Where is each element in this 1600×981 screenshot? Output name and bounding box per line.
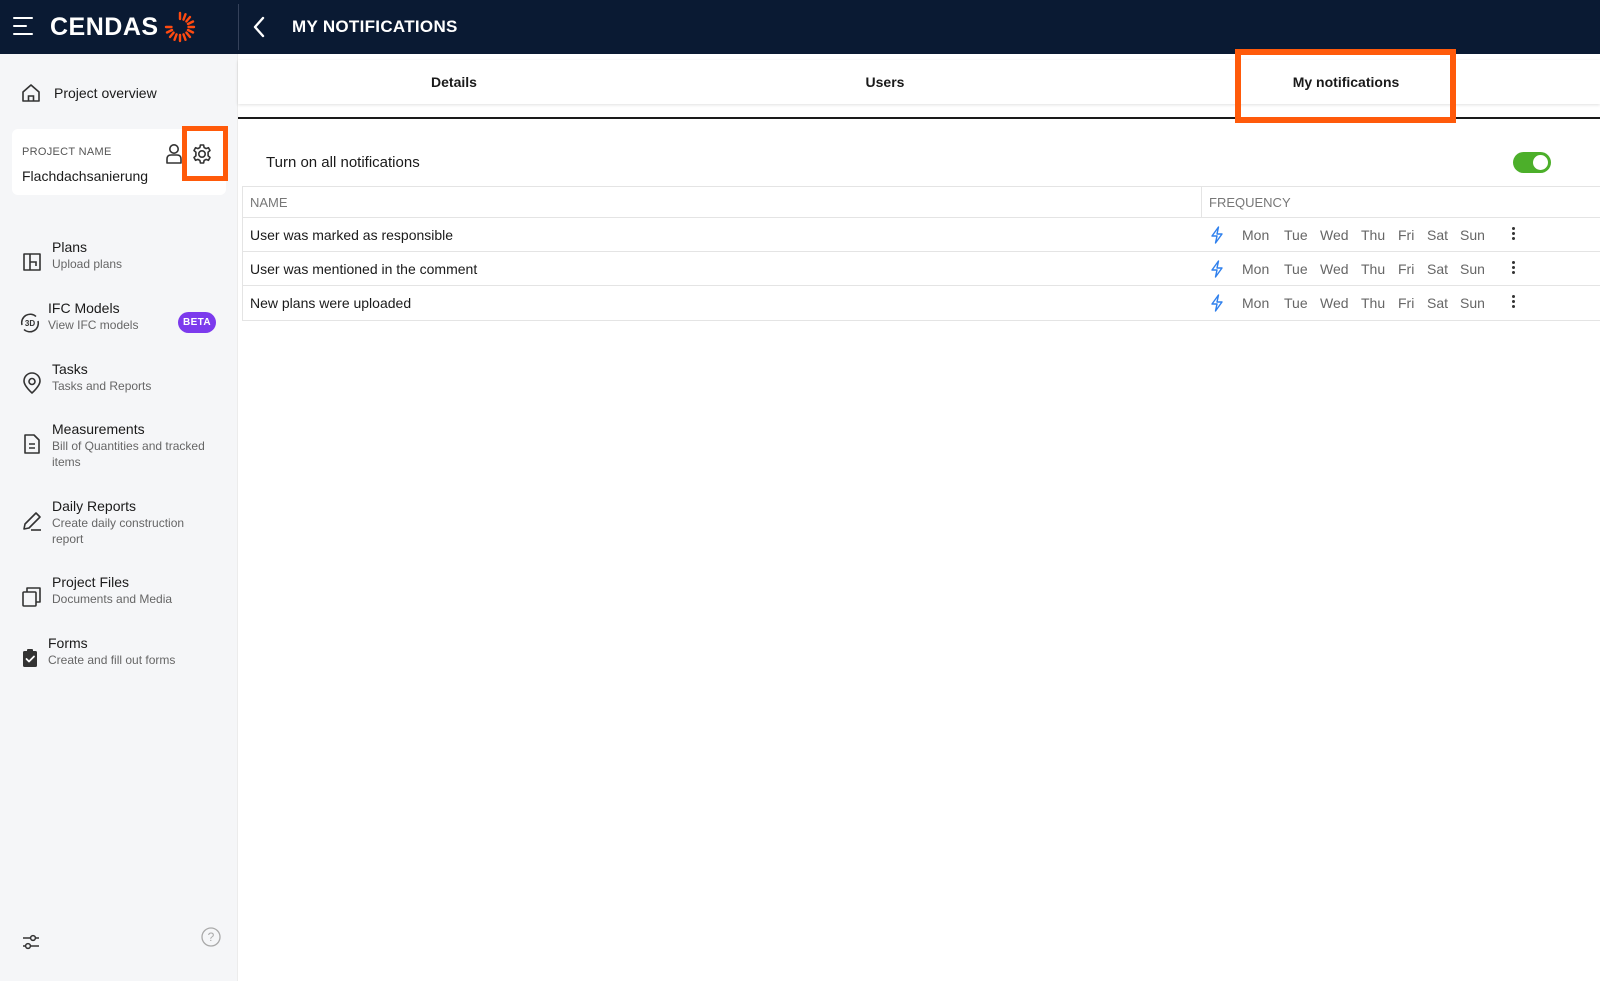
- table-row: New plans were uploaded Mon Tue Wed Thu …: [243, 286, 1600, 320]
- notification-name: New plans were uploaded: [250, 295, 412, 311]
- day-fri[interactable]: Fri: [1398, 227, 1414, 243]
- sidebar: Project overview PROJECT NAME Flachdachs…: [0, 54, 238, 981]
- beta-badge: BETA: [178, 312, 216, 333]
- day-sun[interactable]: Sun: [1460, 295, 1485, 311]
- column-divider: [1201, 187, 1202, 218]
- column-header-name: NAME: [250, 195, 288, 210]
- more-options-icon[interactable]: [1509, 261, 1517, 277]
- sidebar-item-title: Project Files: [52, 574, 130, 590]
- toggle-all-notifications[interactable]: [1513, 152, 1551, 173]
- tab-divider: [238, 117, 1600, 119]
- user-icon[interactable]: [166, 143, 182, 165]
- logo[interactable]: CENDAS: [50, 10, 196, 44]
- clipboard-check-icon: [23, 649, 37, 667]
- sidebar-item-subtitle: Bill of Quantities and tracked items: [52, 439, 205, 469]
- logo-text: CENDAS: [50, 12, 159, 41]
- sidebar-item-title: Forms: [48, 635, 88, 651]
- day-wed[interactable]: Wed: [1320, 261, 1349, 277]
- day-mon[interactable]: Mon: [1242, 227, 1269, 243]
- day-thu[interactable]: Thu: [1361, 261, 1385, 277]
- sidebar-item-plans[interactable]: Plans Upload plans: [20, 238, 122, 274]
- sidebar-item-measurements[interactable]: Measurements Bill of Quantities and trac…: [20, 420, 217, 470]
- notifications-table: NAME FREQUENCY User was marked as respon…: [242, 186, 1600, 321]
- tab-details[interactable]: Details: [238, 60, 670, 104]
- menu-icon[interactable]: [13, 17, 35, 37]
- sliders-icon[interactable]: [20, 931, 42, 953]
- lightning-icon[interactable]: [1209, 260, 1225, 278]
- help-icon[interactable]: ?: [200, 926, 222, 948]
- day-mon[interactable]: Mon: [1242, 261, 1269, 277]
- day-fri[interactable]: Fri: [1398, 295, 1414, 311]
- day-sat[interactable]: Sat: [1427, 261, 1448, 277]
- project-card: PROJECT NAME Flachdachsanierung: [12, 129, 226, 195]
- sidebar-item-label: Project overview: [54, 85, 157, 101]
- day-sat[interactable]: Sat: [1427, 295, 1448, 311]
- day-tue[interactable]: Tue: [1284, 295, 1308, 311]
- tab-my-notifications[interactable]: My notifications: [1244, 60, 1448, 104]
- day-sun[interactable]: Sun: [1460, 261, 1485, 277]
- project-name-caption: PROJECT NAME: [22, 146, 112, 158]
- logo-burst-icon: [164, 11, 195, 43]
- table-header: NAME FREQUENCY: [243, 187, 1600, 218]
- column-header-frequency: FREQUENCY: [1209, 195, 1291, 210]
- sidebar-item-subtitle: Tasks and Reports: [52, 379, 152, 393]
- topbar-divider: [238, 4, 239, 50]
- more-options-icon[interactable]: [1509, 295, 1517, 311]
- day-wed[interactable]: Wed: [1320, 227, 1349, 243]
- sidebar-item-subtitle: Documents and Media: [52, 592, 173, 606]
- gear-icon[interactable]: [191, 143, 213, 165]
- document-icon: [24, 434, 40, 454]
- toggle-all-label: Turn on all notifications: [266, 154, 420, 171]
- pencil-icon: [23, 512, 41, 531]
- svg-text:3D: 3D: [25, 319, 35, 328]
- sidebar-item-title: Tasks: [52, 361, 88, 377]
- sidebar-item-subtitle: Create daily construction report: [52, 516, 185, 546]
- svg-text:?: ?: [208, 930, 215, 944]
- day-tue[interactable]: Tue: [1284, 261, 1308, 277]
- lightning-icon[interactable]: [1209, 294, 1225, 312]
- table-row: User was mentioned in the comment Mon Tu…: [243, 252, 1600, 286]
- page-title: MY NOTIFICATIONS: [292, 17, 458, 36]
- back-arrow-icon[interactable]: [250, 14, 268, 40]
- tab-label: Users: [865, 74, 905, 90]
- day-sun[interactable]: Sun: [1460, 227, 1485, 243]
- toggle-knob: [1533, 155, 1548, 170]
- table-row: User was marked as responsible Mon Tue W…: [243, 218, 1600, 252]
- tab-label: Details: [431, 74, 477, 90]
- day-mon[interactable]: Mon: [1242, 295, 1269, 311]
- sidebar-item-subtitle: Upload plans: [52, 257, 123, 271]
- sidebar-item-subtitle: Create and fill out forms: [48, 653, 176, 667]
- day-sat[interactable]: Sat: [1427, 227, 1448, 243]
- sidebar-item-title: IFC Models: [48, 300, 120, 316]
- sidebar-item-daily-reports[interactable]: Daily Reports Create daily construction …: [20, 497, 217, 547]
- notification-name: User was mentioned in the comment: [250, 261, 478, 277]
- sidebar-item-ifc-models[interactable]: 3D IFC Models View IFC models: [18, 299, 138, 335]
- files-icon: [22, 587, 41, 607]
- tab-bar: Details Users My notifications: [238, 60, 1600, 104]
- sidebar-item-subtitle: View IFC models: [48, 318, 139, 332]
- sidebar-item-forms[interactable]: Forms Create and fill out forms: [18, 634, 175, 670]
- sidebar-item-title: Plans: [52, 239, 88, 255]
- tab-users[interactable]: Users: [670, 60, 1100, 104]
- sidebar-item-project-files[interactable]: Project Files Documents and Media: [20, 573, 172, 609]
- day-tue[interactable]: Tue: [1284, 227, 1308, 243]
- location-pin-icon: [23, 372, 41, 394]
- plans-icon: [23, 253, 41, 271]
- day-fri[interactable]: Fri: [1398, 261, 1414, 277]
- notification-name: User was marked as responsible: [250, 227, 454, 243]
- 3d-model-icon: 3D: [20, 313, 40, 333]
- sidebar-item-project-overview[interactable]: Project overview: [20, 82, 157, 104]
- more-options-icon[interactable]: [1509, 227, 1517, 243]
- top-bar: CENDAS MY NOTIFICATIONS: [0, 0, 1600, 54]
- lightning-icon[interactable]: [1209, 226, 1225, 244]
- sidebar-item-tasks[interactable]: Tasks Tasks and Reports: [20, 360, 151, 396]
- sidebar-item-title: Measurements: [52, 421, 145, 437]
- project-name: Flachdachsanierung: [22, 168, 149, 184]
- home-icon: [22, 84, 40, 102]
- day-thu[interactable]: Thu: [1361, 295, 1385, 311]
- day-thu[interactable]: Thu: [1361, 227, 1385, 243]
- sidebar-item-title: Daily Reports: [52, 498, 137, 514]
- tab-label: My notifications: [1292, 74, 1400, 90]
- day-wed[interactable]: Wed: [1320, 295, 1349, 311]
